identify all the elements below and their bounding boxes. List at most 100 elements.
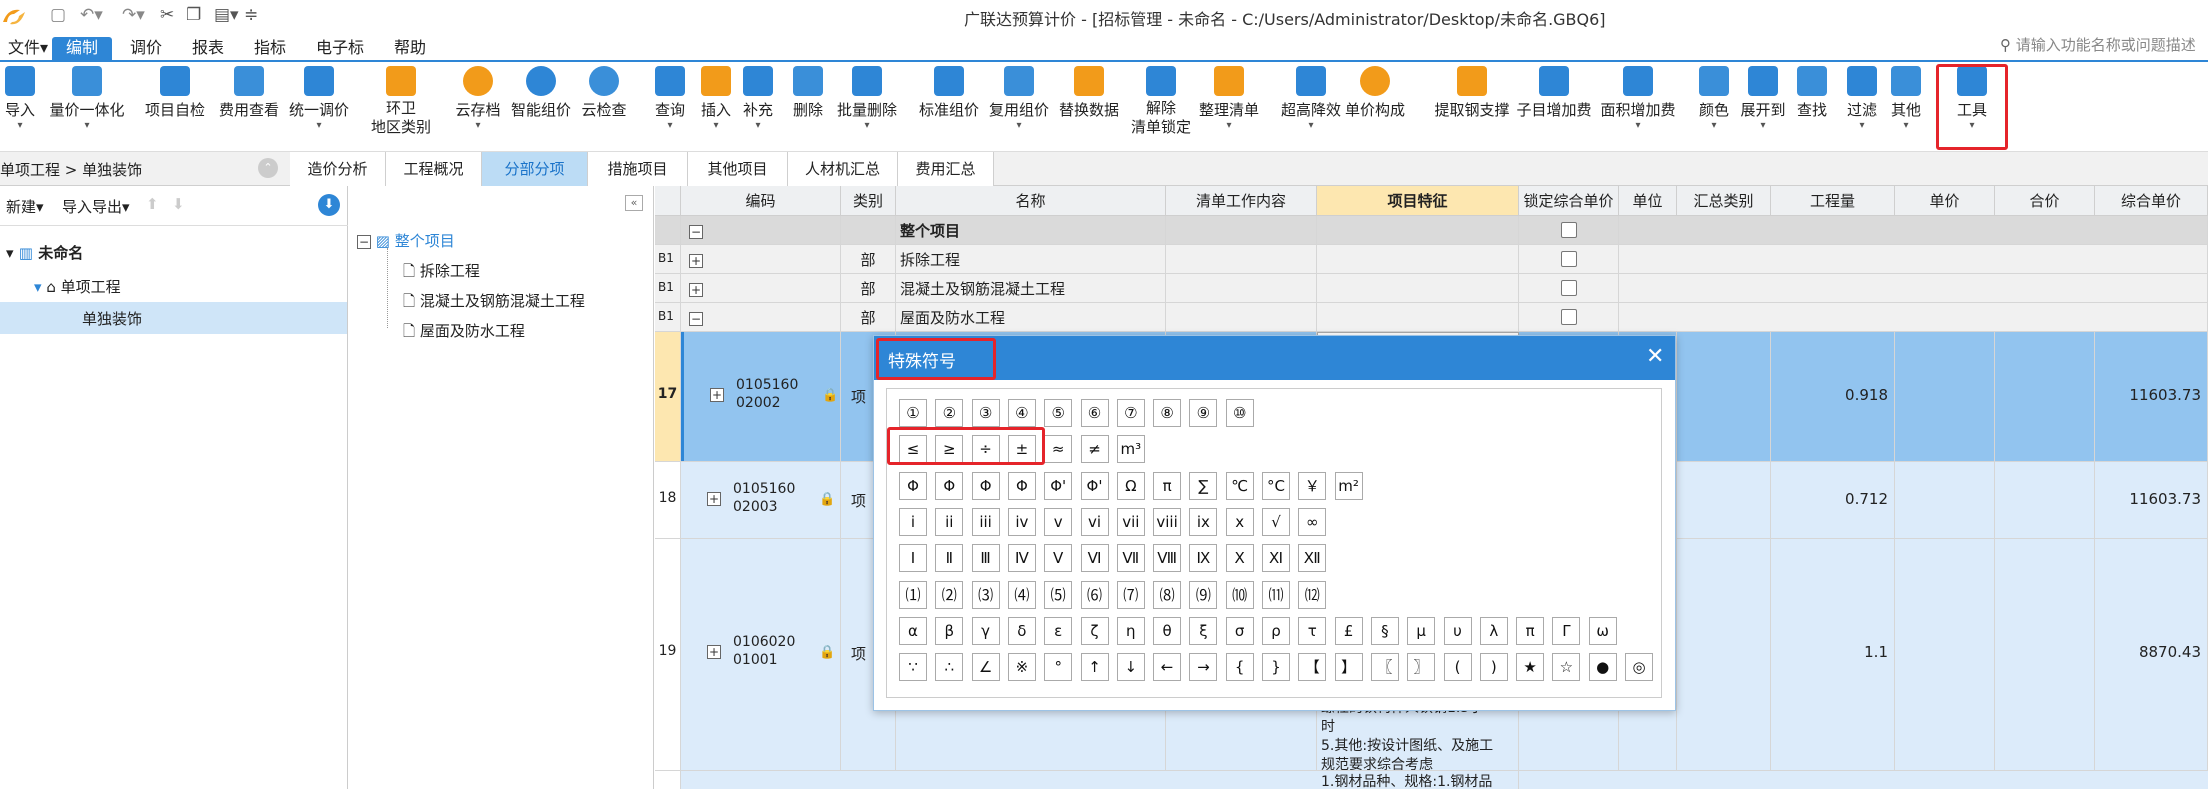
symbol-button[interactable]: vi [1080,507,1109,536]
symbol-button[interactable]: £ [1334,616,1363,645]
symbol-button[interactable]: ° [1044,653,1073,682]
symbol-button[interactable]: Ⅴ [1044,544,1073,573]
section-item[interactable]: 🗋 混凝土及钢筋混凝土工程 [403,290,585,316]
symbol-button[interactable]: i [899,507,927,536]
tab-materials[interactable]: 人材机汇总 [788,152,898,186]
symbol-button[interactable]: ξ [1189,616,1218,645]
symbol-button[interactable]: π [1516,616,1545,645]
menu-file[interactable]: 文件▾ [0,37,56,61]
symbol-button[interactable]: υ [1443,616,1472,645]
menu-adjust[interactable]: 调价 [122,37,170,61]
symbol-button[interactable]: ) [1479,653,1508,682]
symbol-button[interactable]: Γ [1552,616,1581,645]
symbol-button[interactable]: Ⅷ [1153,544,1182,573]
ribbon-steel-support-button[interactable]: 提取钢支撑 [1430,66,1514,120]
symbol-button[interactable]: Ⅸ [1189,544,1218,573]
symbol-button[interactable]: x [1225,507,1254,536]
symbol-button[interactable]: ※ [1007,653,1036,682]
symbol-button[interactable]: ω [1588,616,1617,645]
ribbon-filter-button[interactable]: 过滤 ▾ [1844,66,1880,131]
header-unit[interactable]: 单位 [1619,186,1677,216]
symbol-button[interactable]: π [1153,471,1182,500]
header-type[interactable]: 类别 [841,186,896,216]
tab-cost-analysis[interactable]: 造价分析 [290,152,386,186]
tab-cost-summary[interactable]: 费用汇总 [898,152,994,186]
cut-icon[interactable]: ✂ [160,5,174,25]
ribbon-color-button[interactable]: 颜色 ▾ [1696,66,1732,131]
symbol-button[interactable]: ∠ [971,653,1000,682]
download-icon[interactable]: ⬇ [318,194,340,216]
symbol-button[interactable]: ★ [1516,653,1545,682]
header-price[interactable]: 单价 [1895,186,1995,216]
tab-overview[interactable]: 工程概况 [386,152,482,186]
symbol-button[interactable]: ε [1044,616,1073,645]
ribbon-insert-button[interactable]: 插入 ▾ [698,66,734,131]
symbol-button[interactable]: Ⅲ [971,544,1000,573]
symbol-button[interactable]: ∞ [1298,507,1327,536]
ribbon-cost-view-button[interactable]: 费用查看 [216,66,282,120]
symbol-button[interactable]: viii [1153,507,1182,536]
symbol-button[interactable]: ⑹ [1080,580,1109,609]
symbol-button[interactable]: ∵ [899,653,927,682]
header-composite-price[interactable]: 综合单价 [2095,186,2208,216]
collapse-icon[interactable]: − [357,235,371,249]
ribbon-query-button[interactable]: 查询 ▾ [652,66,688,131]
header-code[interactable]: 编码 [681,186,841,216]
symbol-button[interactable]: 】 [1334,653,1363,682]
symbol-button[interactable]: ← [1153,653,1182,682]
customize-icon[interactable]: ≑ [244,5,258,25]
symbol-button[interactable]: ⑩ [1225,399,1254,427]
symbol-button[interactable]: ⑵ [935,580,964,609]
symbol-button[interactable]: ix [1189,507,1218,536]
symbol-button[interactable]: ⑴ [899,580,927,609]
symbol-button[interactable]: ⑼ [1189,580,1218,609]
symbol-button[interactable]: ≈ [1044,435,1073,464]
ribbon-find-button[interactable]: 查找 [1794,66,1830,120]
header-total[interactable]: 合价 [1995,186,2095,216]
section-item[interactable]: 🗋 拆除工程 [403,260,480,286]
symbol-button[interactable]: § [1370,616,1399,645]
symbol-button[interactable]: → [1189,653,1218,682]
symbol-button[interactable]: vii [1116,507,1145,536]
header-summary-type[interactable]: 汇总类别 [1677,186,1771,216]
lock-checkbox[interactable] [1561,222,1577,238]
symbol-button[interactable]: ⑽ [1225,580,1254,609]
symbol-button[interactable]: Φ' [1044,471,1073,500]
header-quantity[interactable]: 工程量 [1771,186,1895,216]
symbol-button[interactable]: ∴ [935,653,964,682]
symbol-button[interactable]: iii [971,507,1000,536]
symbol-button[interactable]: Φ' [1080,471,1109,500]
move-up-icon[interactable]: ⬆ [146,195,159,213]
ribbon-delete-button[interactable]: 删除 [790,66,826,120]
symbol-button[interactable]: °C [1262,471,1290,500]
symbol-button[interactable]: τ [1298,616,1327,645]
ribbon-import-button[interactable]: 导入 ▾ [2,66,38,131]
symbol-button[interactable]: θ [1153,616,1182,645]
symbol-button[interactable]: iv [1007,507,1036,536]
ribbon-smart-price-button[interactable]: 智能组价 [508,66,574,120]
symbol-button[interactable]: λ [1479,616,1508,645]
symbol-button[interactable]: 〖 [1370,653,1399,682]
symbol-button[interactable]: Ⅺ [1262,544,1290,573]
header-lock-price[interactable]: 锁定综合单价 [1519,186,1619,216]
ribbon-standard-price-button[interactable]: 标准组价 [916,66,982,120]
close-icon[interactable]: ✕ [1646,345,1664,369]
ribbon-height-effect-button[interactable]: 超高降效 ▾ [1278,66,1344,131]
header-work-content[interactable]: 清单工作内容 [1166,186,1317,216]
tree-sub-project[interactable]: 单独装饰 [0,302,347,334]
symbol-button[interactable]: ￥ [1298,471,1327,500]
symbol-button[interactable]: { [1225,653,1254,682]
ribbon-self-check-button[interactable]: 项目自检 [142,66,208,120]
menu-report[interactable]: 报表 [184,37,232,61]
symbol-button[interactable]: Φ [899,471,927,500]
collapse-panel-icon[interactable]: « [625,195,643,211]
header-features[interactable]: 项目特征 [1317,186,1519,216]
ribbon-organize-list-button[interactable]: 整理清单 ▾ [1196,66,1262,131]
symbol-button[interactable]: ③ [971,399,1000,427]
ribbon-unified-price-button[interactable]: 统一调价 ▾ [286,66,352,131]
move-down-icon[interactable]: ⬇ [172,195,185,213]
ribbon-unlock-button[interactable]: 解除 清单锁定 [1128,66,1194,137]
symbol-button[interactable]: ρ [1262,616,1290,645]
tab-sub-items[interactable]: 分部分项 [482,152,588,186]
new-button[interactable]: 新建▾ [6,196,44,217]
